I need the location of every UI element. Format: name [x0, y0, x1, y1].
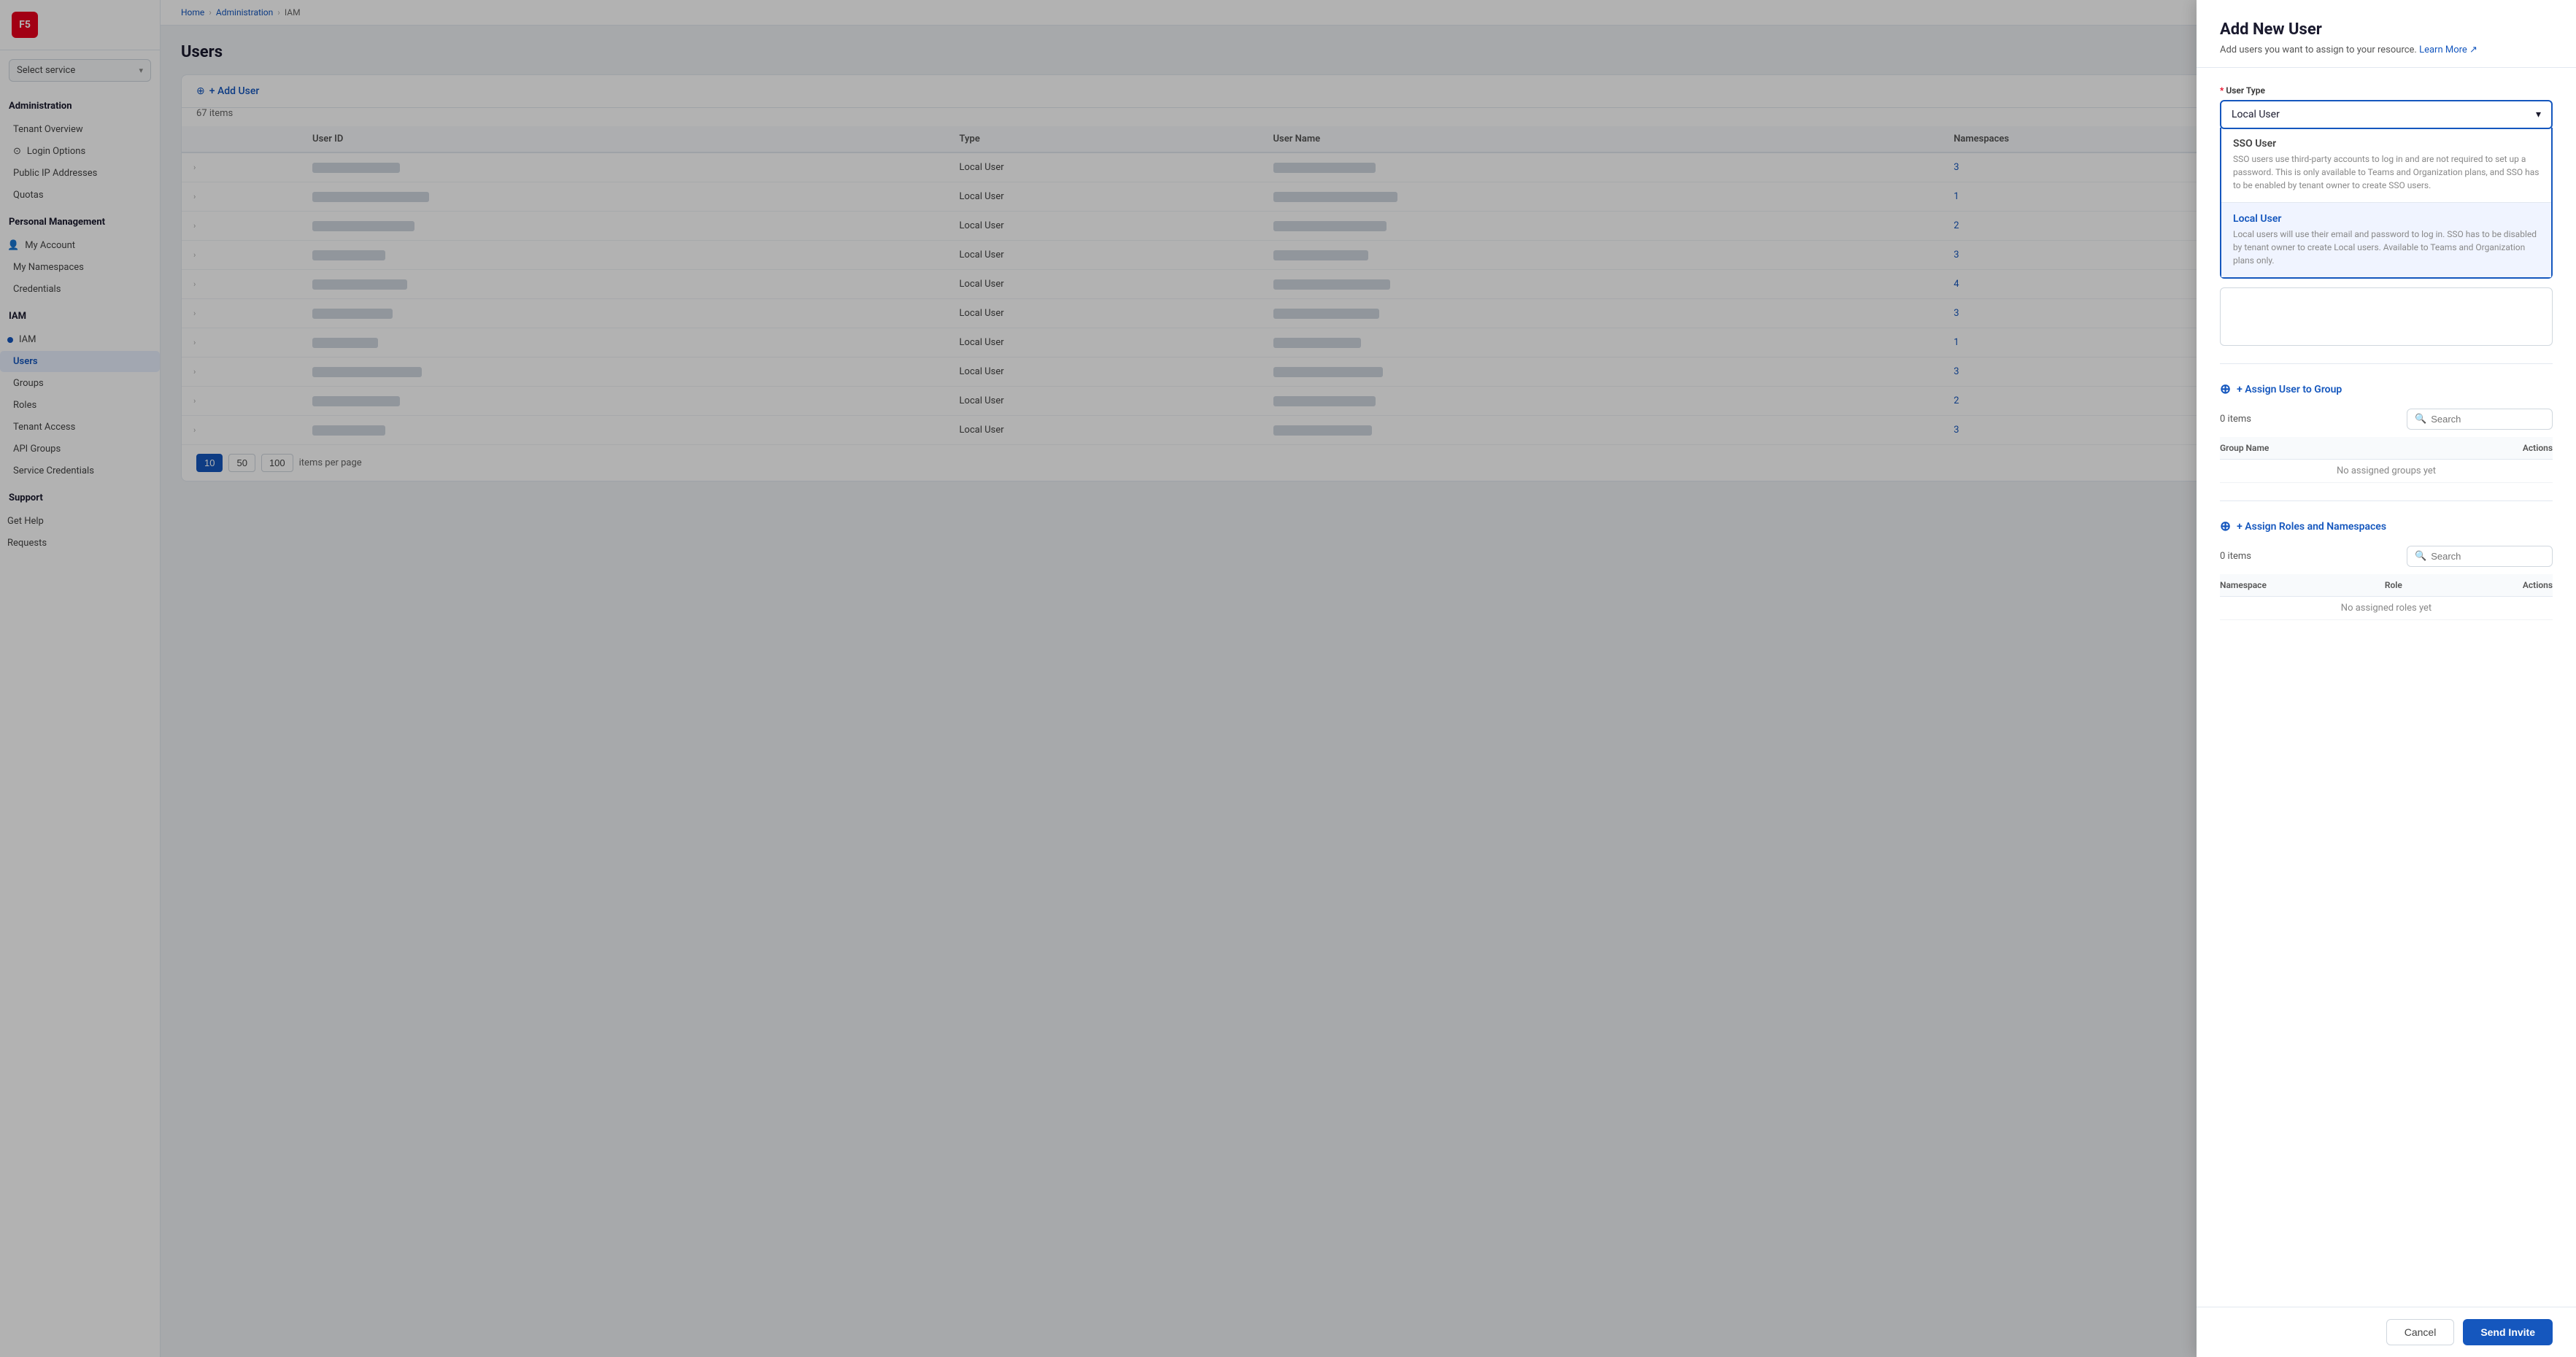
send-invite-button[interactable]: Send Invite [2463, 1319, 2553, 1345]
required-star: * [2220, 85, 2226, 96]
user-type-selected-value: Local User [2232, 109, 2280, 120]
assign-group-action[interactable]: ⊕ + Assign User to Group [2220, 382, 2553, 397]
panel-header: Add New User Add users you want to assig… [2197, 0, 2576, 68]
group-no-data-msg: No assigned groups yet [2220, 460, 2553, 483]
modal-overlay[interactable] [0, 0, 2576, 1357]
roles-items-count: 0 items [2220, 551, 2251, 562]
roles-search-input[interactable] [2431, 551, 2545, 562]
group-search-input[interactable] [2431, 414, 2545, 425]
roles-search-box[interactable]: 🔍 [2407, 546, 2553, 567]
roles-col-role: Role [2385, 574, 2447, 597]
group-table: Group Name Actions No assigned groups ye… [2220, 437, 2553, 483]
panel-body: * User Type Local User ▾ SSO User SSO us… [2197, 68, 2576, 1307]
dropdown-item-local[interactable]: Local User Local users will use their em… [2221, 203, 2551, 277]
email-input-area[interactable] [2220, 287, 2553, 346]
add-user-panel: Add New User Add users you want to assig… [2197, 0, 2576, 1357]
user-type-label: * User Type [2220, 85, 2553, 96]
group-search-box[interactable]: 🔍 [2407, 409, 2553, 430]
roles-search-icon: 🔍 [2415, 551, 2426, 562]
user-type-chevron-icon: ▾ [2536, 109, 2541, 120]
roles-no-data-row: No assigned roles yet [2220, 597, 2553, 620]
local-user-title: Local User [2233, 213, 2540, 225]
user-type-select[interactable]: Local User ▾ [2220, 100, 2553, 129]
panel-subtitle: Add users you want to assign to your res… [2220, 45, 2553, 55]
group-col-name: Group Name [2220, 437, 2426, 460]
panel-subtitle-text: Add users you want to assign to your res… [2220, 45, 2419, 55]
dropdown-item-sso[interactable]: SSO User SSO users use third-party accou… [2221, 128, 2551, 202]
group-items-count: 0 items [2220, 414, 2251, 425]
assign-group-label: + Assign User to Group [2237, 384, 2342, 395]
assign-roles-label: + Assign Roles and Namespaces [2237, 521, 2386, 533]
roles-col-namespace: Namespace [2220, 574, 2385, 597]
group-search-icon: 🔍 [2415, 414, 2426, 425]
panel-footer: Cancel Send Invite [2197, 1307, 2576, 1357]
section-divider-2 [2220, 500, 2553, 501]
group-col-actions: Actions [2426, 437, 2553, 460]
local-user-desc: Local users will use their email and pas… [2233, 228, 2540, 267]
sso-user-title: SSO User [2233, 138, 2540, 150]
assign-roles-action[interactable]: ⊕ + Assign Roles and Namespaces [2220, 519, 2553, 534]
roles-row-header: 0 items 🔍 [2220, 546, 2553, 567]
section-divider-1 [2220, 363, 2553, 364]
group-row-header: 0 items 🔍 [2220, 409, 2553, 430]
user-type-dropdown: SSO User SSO users use third-party accou… [2220, 128, 2553, 279]
roles-no-data-msg: No assigned roles yet [2220, 597, 2553, 620]
assign-group-plus-icon: ⊕ [2220, 382, 2231, 397]
roles-table: Namespace Role Actions No assigned roles… [2220, 574, 2553, 620]
assign-roles-plus-icon: ⊕ [2220, 519, 2231, 534]
panel-title: Add New User [2220, 20, 2553, 39]
learn-more-link[interactable]: Learn More ↗ [2419, 45, 2477, 55]
cancel-button[interactable]: Cancel [2386, 1319, 2455, 1345]
group-no-data-row: No assigned groups yet [2220, 460, 2553, 483]
roles-col-actions: Actions [2447, 574, 2553, 597]
sso-user-desc: SSO users use third-party accounts to lo… [2233, 152, 2540, 192]
